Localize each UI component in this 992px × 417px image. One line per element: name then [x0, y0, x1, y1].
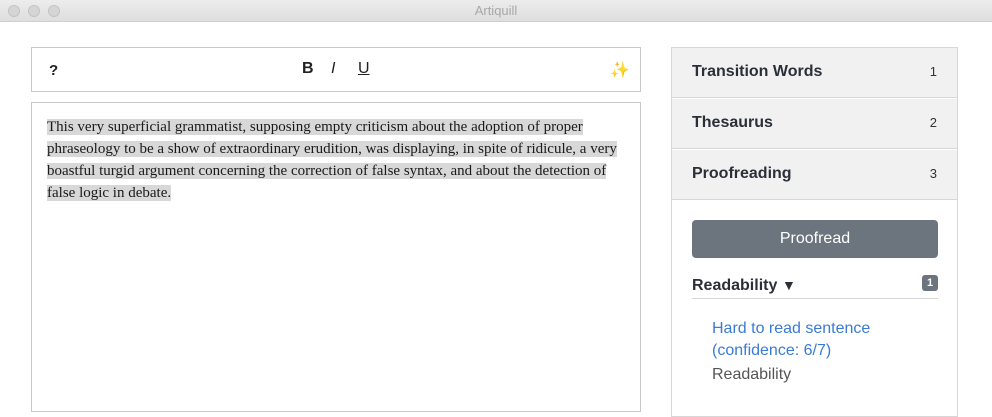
readability-issue-category: Readability	[712, 366, 792, 383]
italic-button[interactable]: I	[331, 60, 335, 78]
accordion-number: 2	[929, 115, 937, 130]
title-bar: Artiquill	[0, 0, 992, 22]
editor-content[interactable]: This very superficial grammatist, suppos…	[47, 116, 625, 204]
bold-button[interactable]: B	[302, 60, 314, 78]
magic-wand-icon[interactable]: ✨	[610, 60, 630, 80]
sidebar-panel: Transition Words 1 Thesaurus 2 Proofread…	[671, 47, 958, 417]
highlighted-text[interactable]: This very superficial grammatist, suppos…	[47, 119, 617, 201]
readability-header[interactable]: Readability ▼ 1	[692, 275, 938, 299]
caret-down-icon[interactable]: ▼	[782, 277, 796, 293]
underline-button[interactable]: U	[358, 60, 370, 78]
window-title: Artiquill	[474, 3, 518, 18]
readability-issue-link[interactable]: Hard to read sentence (confidence: 6/7)	[712, 318, 912, 362]
accordion-number: 3	[929, 166, 937, 181]
accordion-label: Transition Words	[692, 63, 823, 80]
accordion-proofreading[interactable]: Proofreading 3	[672, 150, 957, 200]
text-editor[interactable]: This very superficial grammatist, suppos…	[31, 102, 641, 412]
readability-count-badge: 1	[922, 275, 938, 291]
accordion-thesaurus[interactable]: Thesaurus 2	[672, 99, 957, 149]
accordion-number: 1	[929, 64, 937, 79]
accordion-label: Thesaurus	[692, 114, 773, 131]
accordion-transition-words[interactable]: Transition Words 1	[672, 48, 957, 98]
readability-label: Readability	[692, 277, 778, 294]
help-button[interactable]: ?	[49, 62, 58, 79]
proofread-button[interactable]: Proofread	[692, 220, 938, 258]
accordion-label: Proofreading	[692, 165, 792, 182]
editor-toolbar: ? B I U ✨	[31, 47, 641, 92]
